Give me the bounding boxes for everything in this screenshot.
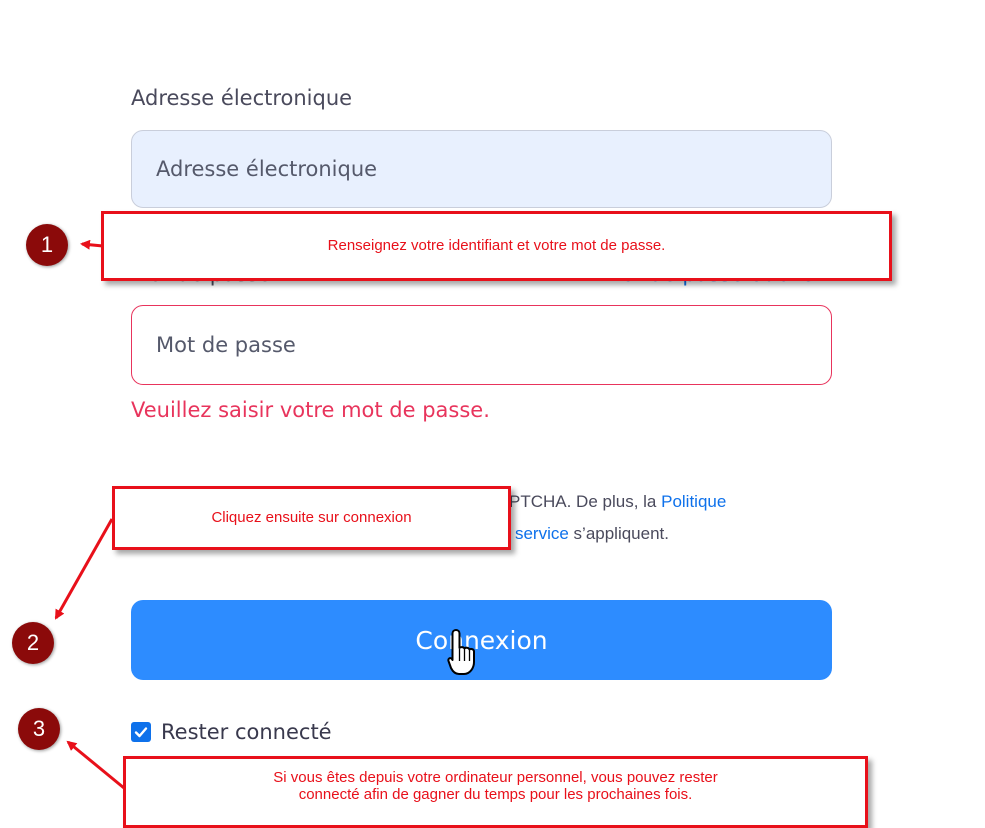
step-badge-1: 1 [26,224,68,266]
annotation-note-3-line-2: connecté afin de gagner du temps pour le… [298,786,693,803]
annotation-note-1: Renseignez votre identifiant et votre mo… [101,211,892,281]
step-badge-2: 2 [12,622,54,664]
arrow-1 [80,239,104,250]
arrow-2 [54,518,114,620]
annotation-arrows [54,239,125,790]
step-badge-3: 3 [18,708,60,750]
annotation-note-3-line-1: Si vous êtes depuis votre ordinateur per… [273,769,718,786]
arrow-3 [66,740,125,790]
annotation-note-3: Si vous êtes depuis votre ordinateur per… [123,756,868,828]
annotation-note-2: Cliquez ensuite sur connexion [112,486,511,550]
